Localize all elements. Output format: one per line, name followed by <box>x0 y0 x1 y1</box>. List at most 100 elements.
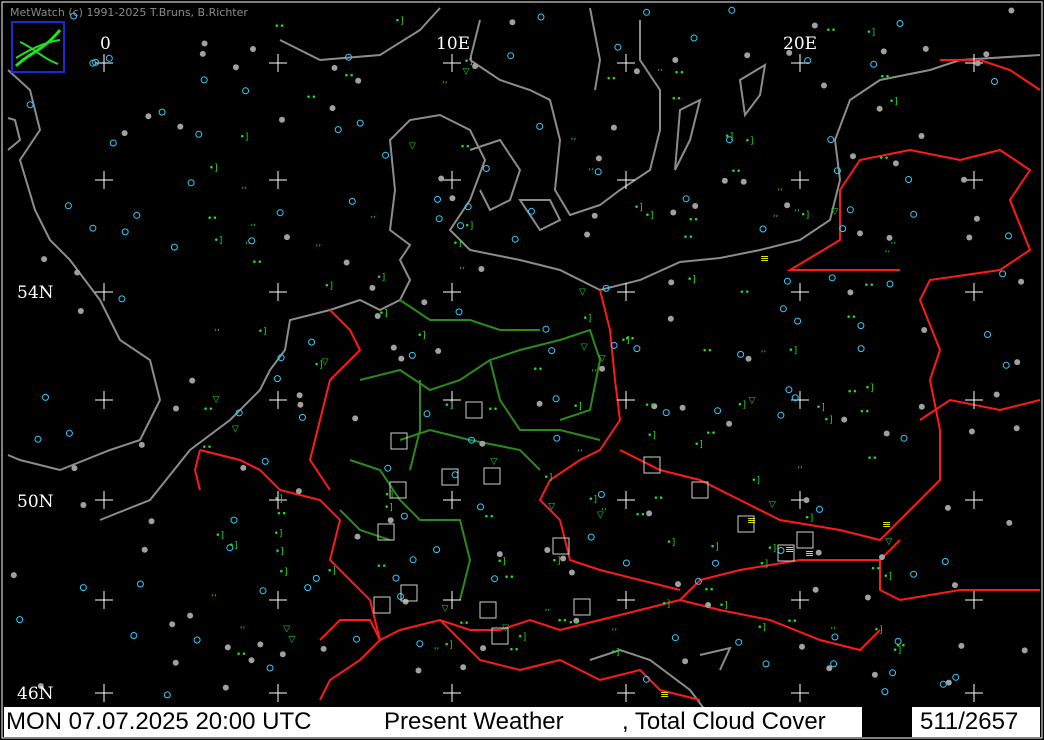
station-marker-icon <box>1006 519 1013 526</box>
station-marker-icon <box>745 355 752 362</box>
rain-symbol-icon: ,, <box>245 236 251 246</box>
station-marker-icon <box>668 279 675 286</box>
station-marker-icon <box>284 234 290 241</box>
rain-symbol-icon: ,, <box>211 589 217 599</box>
station-marker-icon <box>599 365 606 372</box>
lat-label-46n: 46N <box>17 684 54 704</box>
rain-symbol-icon: ,, <box>571 132 577 142</box>
station-marker-icon <box>857 230 863 237</box>
lat-label-50n: 50N <box>17 492 54 512</box>
rain-symbol-icon: •] <box>694 440 703 450</box>
rain-symbol-icon: •• <box>704 585 715 595</box>
station-marker-icon <box>41 256 48 263</box>
station-marker-icon <box>77 308 84 314</box>
rain-symbol-icon: •] <box>379 309 388 319</box>
station-marker-icon <box>173 405 179 412</box>
rain-symbol-icon: •] <box>889 97 898 107</box>
station-marker-icon <box>968 428 975 435</box>
rain-symbol-icon: •• <box>653 494 664 504</box>
rain-symbol-icon: •] <box>324 282 333 292</box>
rain-symbol-icon: •] <box>710 542 719 552</box>
rain-symbol-icon: ▽ <box>581 343 588 353</box>
rain-symbol-icon: ,, <box>588 162 594 172</box>
station-marker-icon <box>354 533 361 540</box>
rain-symbol-icon: •] <box>634 203 643 213</box>
rain-symbol-icon: •] <box>444 641 453 651</box>
station-marker-icon <box>679 404 686 411</box>
rain-symbol-icon: •] <box>229 541 238 551</box>
rain-symbol-icon: •• <box>674 69 685 79</box>
rain-symbol-icon: •] <box>552 557 561 567</box>
rain-symbol-icon: •] <box>816 403 825 413</box>
station-marker-icon <box>387 517 394 524</box>
station-marker-icon <box>148 518 155 525</box>
rain-symbol-icon: •• <box>306 93 317 103</box>
lat-label-54n: 54N <box>17 283 54 303</box>
station-marker-icon <box>670 209 677 216</box>
station-marker-icon <box>880 48 887 55</box>
station-marker-icon <box>974 60 981 67</box>
rain-symbol-icon: ,, <box>885 245 891 255</box>
rain-symbol-icon: ▽ <box>283 625 290 635</box>
station-marker-icon <box>812 586 819 593</box>
station-marker-icon <box>138 441 145 448</box>
station-marker-icon <box>536 400 543 407</box>
station-marker-icon <box>918 133 925 139</box>
rain-symbol-icon: •• <box>635 511 646 521</box>
rain-symbol-icon: •] <box>805 513 814 523</box>
station-marker-icon <box>435 348 442 354</box>
rain-symbol-icon: ▽ <box>463 67 470 77</box>
rain-symbol-icon: •• <box>460 143 471 153</box>
station-marker-icon <box>189 377 196 384</box>
rain-symbol-icon: •] <box>384 491 393 501</box>
rain-symbol-icon: ,, <box>370 210 376 220</box>
station-marker-icon <box>841 416 848 423</box>
station-marker-icon <box>279 116 285 123</box>
rain-symbol-icon: •] <box>745 136 754 146</box>
rain-symbol-icon: •• <box>236 650 247 660</box>
rain-symbol-icon: ,, <box>794 204 800 214</box>
station-marker-icon <box>951 582 958 589</box>
station-marker-icon <box>169 621 176 628</box>
station-marker-icon <box>224 644 231 651</box>
station-marker-icon <box>646 510 653 517</box>
rain-symbol-icon: ▽ <box>831 207 838 217</box>
station-marker-icon <box>415 667 422 674</box>
station-marker-icon <box>784 202 791 209</box>
station-marker-icon <box>705 602 712 608</box>
rain-symbol-icon: •] <box>274 529 283 539</box>
rain-symbol-icon: •] <box>866 28 875 38</box>
station-marker-icon <box>201 40 208 47</box>
rain-symbol-icon: •] <box>751 476 760 486</box>
status-parameter-cloud[interactable]: , Total Cloud Cover <box>622 708 826 736</box>
station-marker-icon <box>892 160 899 167</box>
rain-symbol-icon: •• <box>644 401 655 411</box>
rain-symbol-icon: •• <box>488 405 499 415</box>
rain-symbol-icon: ,, <box>830 621 836 631</box>
station-marker-icon <box>682 658 689 665</box>
rain-symbol-icon: •• <box>376 562 387 572</box>
station-marker-icon <box>876 105 883 112</box>
status-bar: MON 07.07.2025 20:00 UTC Present Weather… <box>4 707 1040 737</box>
rain-symbol-icon: ,, <box>657 63 663 73</box>
station-marker-icon <box>257 641 264 648</box>
rain-symbol-icon: •• <box>739 288 750 298</box>
rain-symbol-icon: •] <box>824 416 833 426</box>
rain-symbol-icon: ▽ <box>213 395 220 405</box>
rain-symbol-icon: •] <box>464 57 473 67</box>
station-marker-icon <box>921 327 928 333</box>
weather-map[interactable]: ,,,,•••]•]▽▽•••]•••••]•]•]•]▽•]•]•]•]▽•]… <box>0 0 1044 740</box>
rain-symbol-icon: •] <box>759 560 768 570</box>
station-marker-icon <box>591 212 598 219</box>
station-marker-icon <box>479 440 486 447</box>
rain-symbol-icon: •] <box>395 17 404 27</box>
station-marker-icon <box>740 178 747 185</box>
rain-symbol-icon: •• <box>879 154 890 164</box>
status-parameter-weather[interactable]: Present Weather <box>384 708 564 736</box>
rain-symbol-icon: •] <box>279 567 288 577</box>
station-marker-icon <box>472 63 479 70</box>
station-marker-icon <box>80 502 87 508</box>
station-marker-icon <box>421 299 428 306</box>
rain-symbol-icon: •• <box>207 214 218 224</box>
station-marker-icon <box>369 284 376 291</box>
